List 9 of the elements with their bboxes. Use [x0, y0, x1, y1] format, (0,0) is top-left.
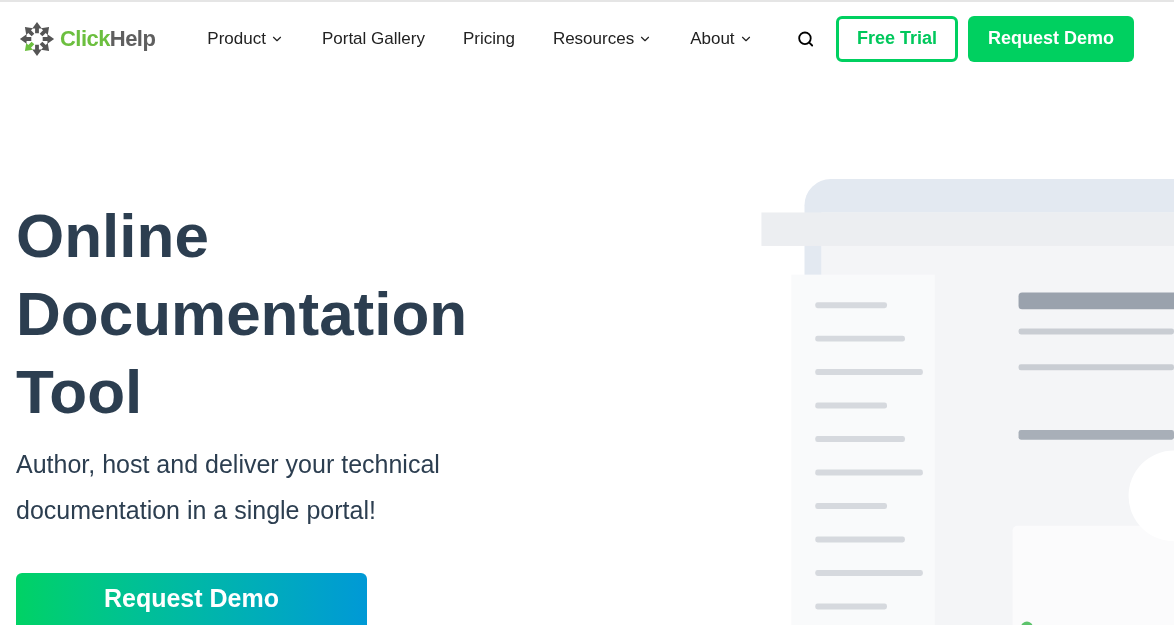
search-icon[interactable] — [796, 29, 814, 48]
nav-link[interactable]: Resources — [552, 25, 653, 52]
hero-title: Online Documentation Tool — [16, 200, 469, 428]
nav-link[interactable]: Pricing — [462, 25, 515, 52]
nav-link[interactable]: About — [690, 25, 753, 52]
logo-text[interactable]: ClickHelp — [60, 22, 156, 55]
nav-link[interactable]: Portal Gallery — [321, 25, 425, 52]
hero-subtitle: Author, host and deliver your technical documentation in a single portal! — [16, 449, 441, 526]
nav-link[interactable]: Product — [207, 25, 284, 52]
